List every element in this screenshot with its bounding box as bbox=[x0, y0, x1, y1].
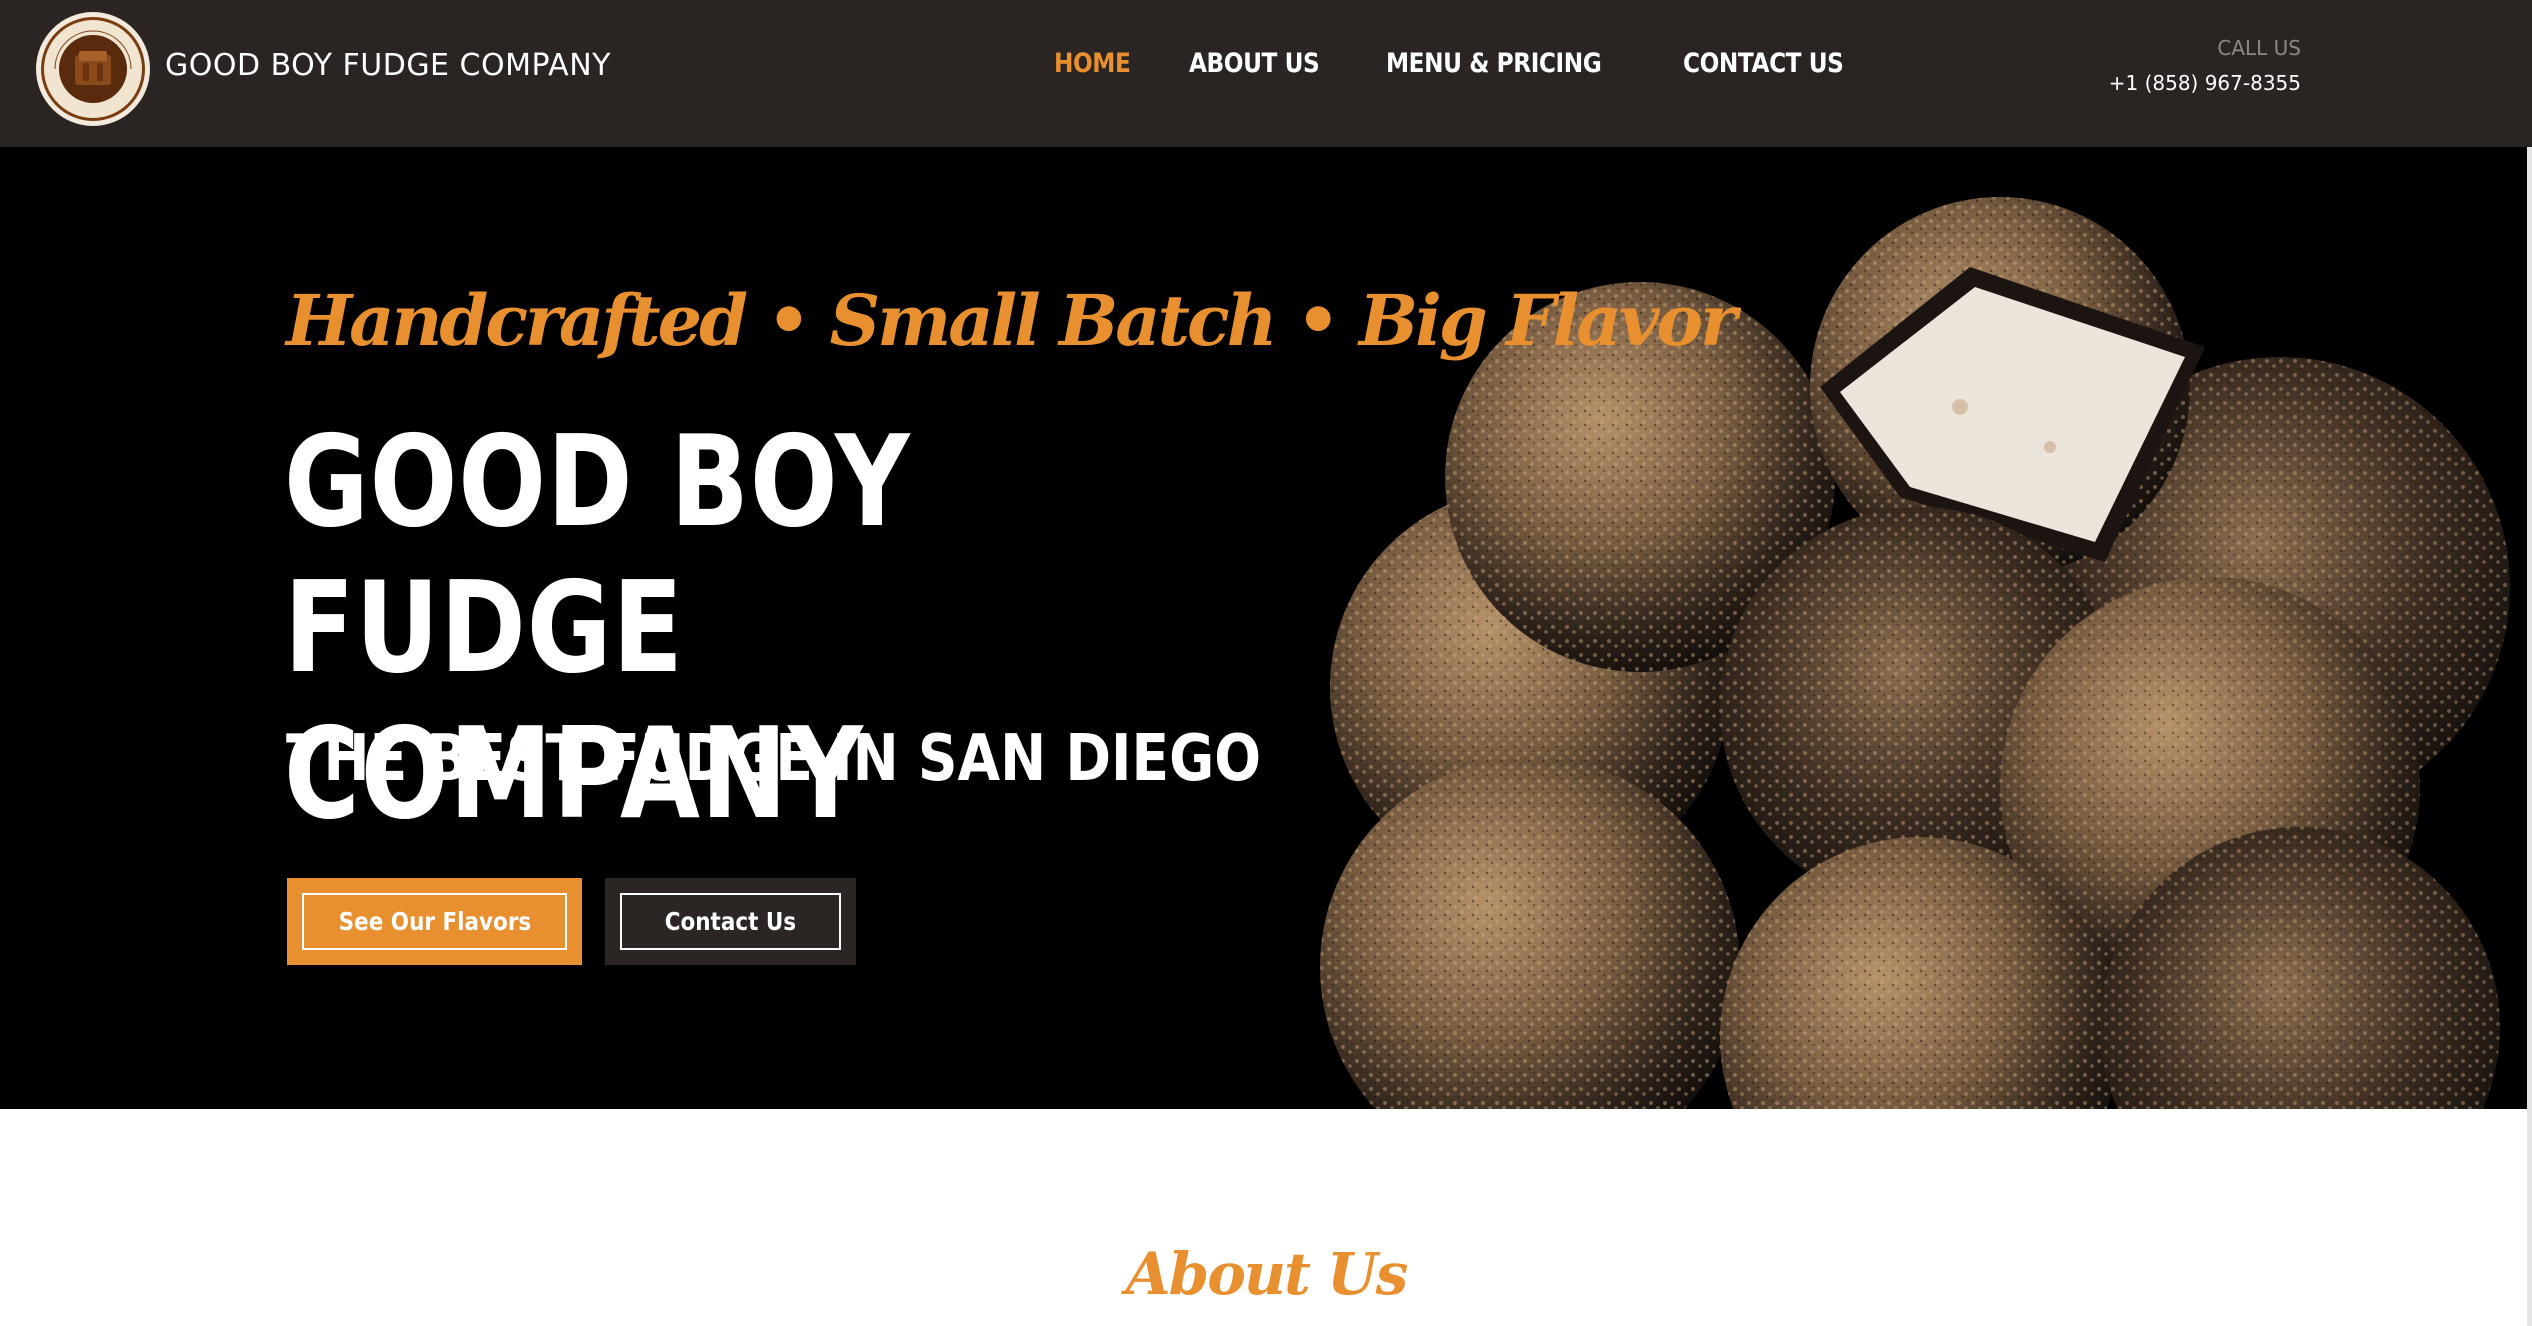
about-us-heading: About Us bbox=[1125, 1240, 1409, 1308]
nav-home[interactable]: HOME bbox=[1054, 48, 1131, 79]
phone-number[interactable]: +1 (858) 967-8355 bbox=[2109, 71, 2301, 95]
brand-name[interactable]: GOOD BOY FUDGE COMPANY bbox=[165, 48, 611, 83]
contact-us-button[interactable]: Contact Us bbox=[605, 878, 856, 965]
contact-us-label: Contact Us bbox=[664, 907, 797, 936]
site-header: GOOD BOY FUDGE COMPANY HOME ABOUT US MEN… bbox=[0, 0, 2532, 147]
see-our-flavors-label-frame: See Our Flavors bbox=[302, 893, 567, 950]
see-our-flavors-label: See Our Flavors bbox=[338, 907, 531, 936]
hero-tagline: Handcrafted • Small Batch • Big Flavor bbox=[286, 279, 1737, 362]
hero-subtitle: THE BEST FUDGE IN SAN DIEGO bbox=[286, 722, 1262, 796]
page-scrollbar[interactable] bbox=[2527, 147, 2532, 1326]
nav-menu-pricing[interactable]: MENU & PRICING bbox=[1386, 48, 1602, 79]
main-nav: HOME ABOUT US MENU & PRICING CONTACT US bbox=[1054, 48, 1869, 79]
brand-logo[interactable] bbox=[35, 11, 151, 127]
nav-about-us[interactable]: ABOUT US bbox=[1189, 48, 1320, 79]
nav-contact-us[interactable]: CONTACT US bbox=[1683, 48, 1844, 79]
hero-section: Handcrafted • Small Batch • Big Flavor G… bbox=[0, 147, 2532, 1109]
contact-us-label-frame: Contact Us bbox=[620, 893, 841, 950]
call-us-label: CALL US bbox=[2217, 36, 2301, 60]
see-our-flavors-button[interactable]: See Our Flavors bbox=[287, 878, 582, 965]
logo-badge-icon bbox=[36, 12, 150, 126]
